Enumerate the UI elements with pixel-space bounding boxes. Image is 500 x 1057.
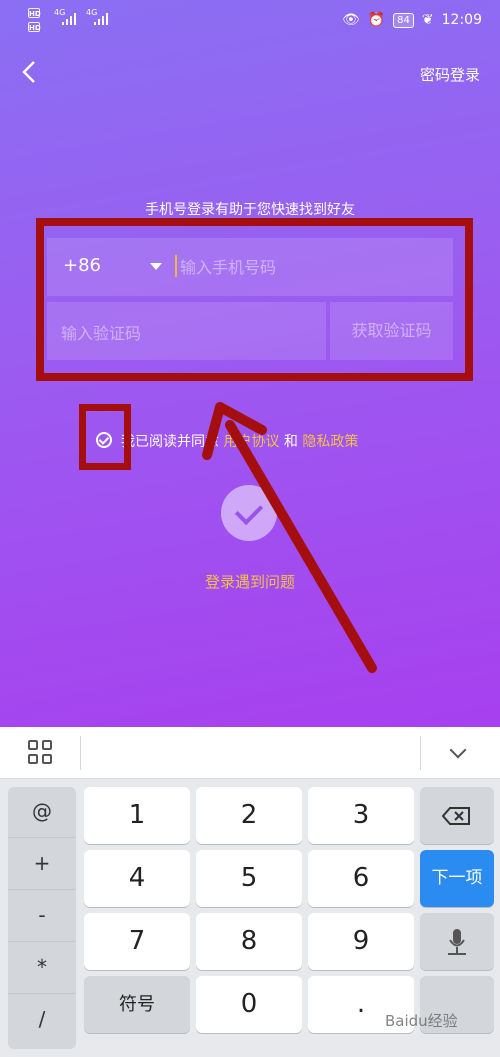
annotation-box-checkbox [79, 404, 131, 470]
symbol-key-plus[interactable]: + [8, 851, 76, 875]
symbol-divider [8, 941, 76, 942]
login-submit-button[interactable] [221, 485, 277, 541]
key-1[interactable]: 1 [84, 787, 190, 844]
annotation-box-inputs [36, 218, 473, 381]
symbol-key-star[interactable]: * [8, 955, 76, 979]
symbol-key-at[interactable]: @ [8, 799, 76, 823]
next-key[interactable]: 下一项 [420, 850, 494, 907]
symbol-key-minus[interactable]: - [8, 903, 76, 927]
key-9[interactable]: 9 [308, 913, 414, 970]
battery-icon: 84 [393, 12, 414, 28]
signal-icon [62, 11, 80, 25]
keyboard-toolbar [0, 727, 500, 779]
leaf-icon: ❦ [421, 12, 434, 28]
backspace-key[interactable] [420, 787, 494, 844]
agreement-text: 我已阅读并同意 用户协议 和 隐私政策 [121, 431, 358, 451]
toolbar-divider [420, 736, 421, 770]
user-agreement-link[interactable]: 用户协议 [223, 434, 279, 450]
login-screen: HD HD 4G 4G 👁 ⏰ 84 ❦ 12:09 密码登录 手机号登录有助于… [0, 0, 500, 727]
key-5[interactable]: 5 [196, 850, 302, 907]
backspace-icon [442, 807, 470, 825]
key-4[interactable]: 4 [84, 850, 190, 907]
login-hint: 手机号登录有助于您快速找到好友 [145, 202, 355, 218]
microphone-icon [448, 929, 466, 955]
agreement-prefix: 我已阅读并同意 [121, 434, 219, 450]
privacy-policy-link[interactable]: 隐私政策 [302, 434, 358, 450]
password-login-link[interactable]: 密码登录 [420, 64, 480, 85]
chevron-down-icon[interactable] [449, 741, 467, 759]
key-7[interactable]: 7 [84, 913, 190, 970]
symbols-key[interactable]: 符号 [84, 976, 190, 1033]
signal-icon [94, 11, 112, 25]
alarm-icon: ⏰ [367, 12, 386, 28]
toolbar-divider [80, 736, 81, 770]
key-3[interactable]: 3 [308, 787, 414, 844]
symbol-column[interactable]: @ + - * / [8, 787, 76, 1049]
status-right: 👁 ⏰ 84 ❦ 12:09 [342, 12, 482, 28]
clock: 12:09 [441, 12, 482, 28]
voice-key[interactable] [420, 913, 494, 970]
symbol-divider [8, 993, 76, 994]
hd-badge: HD [28, 22, 41, 32]
symbol-divider [8, 837, 76, 838]
key-6[interactable]: 6 [308, 850, 414, 907]
symbol-key-slash[interactable]: / [8, 1007, 76, 1031]
baidu-watermark: Baidu经验 [385, 1012, 458, 1030]
eye-icon: 👁 [341, 12, 360, 28]
key-8[interactable]: 8 [196, 913, 302, 970]
status-bar: HD HD 4G 4G 👁 ⏰ 84 ❦ 12:09 [0, 0, 500, 40]
agreement-and: 和 [283, 434, 298, 450]
symbol-divider [8, 889, 76, 890]
login-problem-link[interactable]: 登录遇到问题 [0, 571, 500, 592]
key-2[interactable]: 2 [196, 787, 302, 844]
key-0[interactable]: 0 [196, 976, 302, 1033]
hd-badge: HD [28, 8, 41, 18]
back-arrow-icon[interactable] [18, 60, 42, 84]
grid-menu-icon[interactable] [28, 740, 54, 766]
